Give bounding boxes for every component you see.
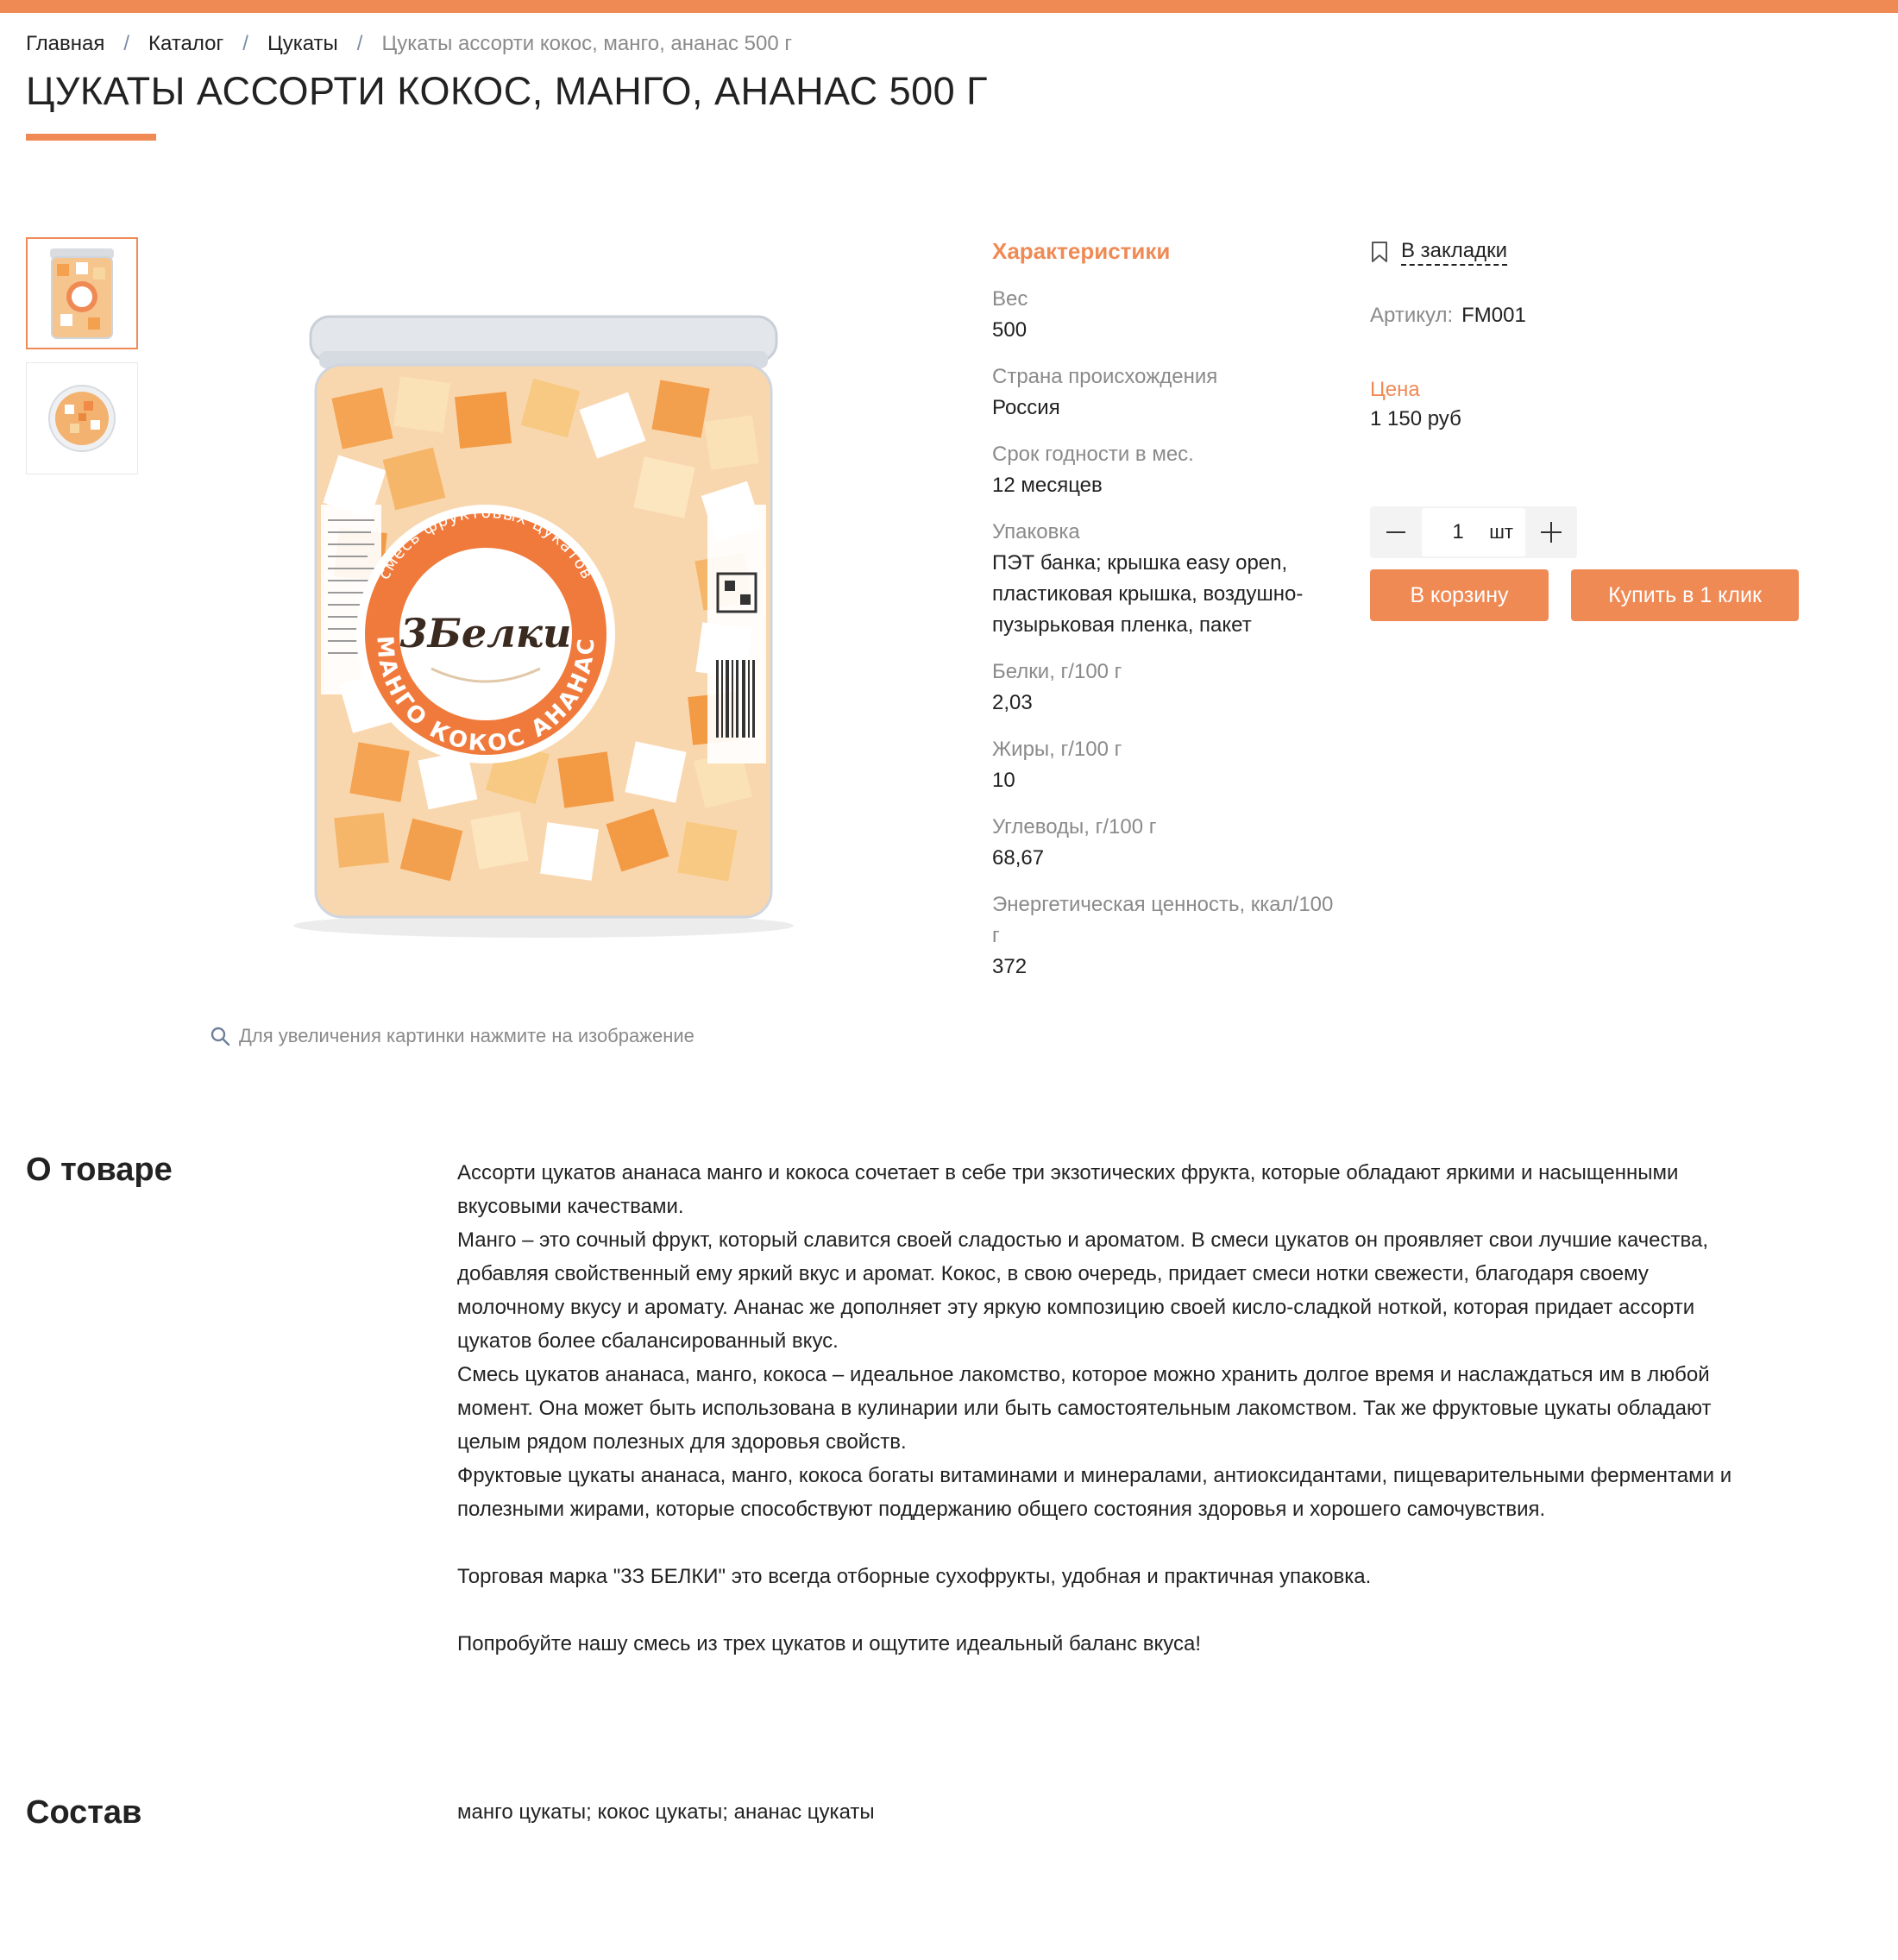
about-paragraph: Попробуйте нашу смесь из трех цукатов и … (457, 1632, 1202, 1655)
spec-label: Углеводы, г/100 г (992, 815, 1157, 839)
purchase-panel: В закладки Артикул: FM001 Цена 1 150 руб (1370, 238, 1819, 431)
magnifier-icon (211, 1027, 230, 1046)
spec-label: Жиры, г/100 г (992, 738, 1122, 761)
breadcrumb-category[interactable]: Цукаты (267, 32, 338, 56)
spec-value: 2,03 (992, 691, 1033, 714)
jar-top-thumbnail-image (48, 385, 116, 452)
spec-row-carbs: Углеводы, г/100 г 68,67 (992, 812, 1337, 874)
price-value: 1 150 руб (1370, 407, 1461, 430)
decrease-quantity-button[interactable] (1370, 506, 1422, 558)
quantity-stepper: шт (1370, 506, 1577, 558)
spec-value: 500 (992, 318, 1028, 342)
jar-brand-logo: 3Белки (400, 610, 572, 656)
spec-value: 68,67 (992, 846, 1045, 870)
breadcrumb: Главная / Каталог / Цукаты / Цукаты ассо… (26, 31, 792, 57)
bookmark-button[interactable]: В закладки (1370, 238, 1819, 266)
bookmark-icon (1372, 242, 1387, 262)
spec-label: Вес (992, 287, 1028, 311)
about-description: Ассорти цукатов ананаса манго и кокоса с… (457, 1156, 1743, 1661)
jar-illustration: смесь фруктовых цукатов МАНГО КОКОС АНАН… (293, 315, 794, 938)
spec-label: Страна происхождения (992, 365, 1218, 388)
spec-value: Россия (992, 396, 1060, 419)
quantity-field: шт (1422, 508, 1525, 556)
thumbnail-jar-top[interactable] (26, 362, 138, 474)
zoom-hint: Для увеличения картинки нажмите на изобр… (210, 1025, 694, 1047)
breadcrumb-separator: / (242, 32, 248, 55)
breadcrumb-current: Цукаты ассорти кокос, манго, ананас 500 … (381, 32, 793, 55)
about-paragraph: Смесь цукатов ананаса, манго, кокоса – и… (457, 1363, 1712, 1454)
title-underline (26, 134, 156, 141)
spec-value: 10 (992, 769, 1015, 792)
zoom-hint-text: Для увеличения картинки нажмите на изобр… (239, 1025, 694, 1046)
sku: Артикул: FM001 (1370, 304, 1819, 328)
spec-row-fats: Жиры, г/100 г 10 (992, 734, 1337, 796)
price-label: Цена (1370, 378, 1420, 401)
about-paragraph: Торговая марка "3З БЕЛКИ" это всегда отб… (457, 1565, 1372, 1588)
quantity-input[interactable] (1441, 520, 1475, 544)
bookmark-label: В закладки (1401, 238, 1508, 266)
breadcrumb-catalog[interactable]: Каталог (148, 32, 223, 56)
plus-icon (1541, 522, 1562, 543)
spec-label: Энергетическая ценность, ккал/100 г (992, 893, 1334, 947)
buy-one-click-button[interactable]: Купить в 1 клик (1571, 569, 1799, 621)
quantity-unit: шт (1489, 521, 1513, 543)
about-paragraph: Ассорти цукатов ананаса манго и кокоса с… (457, 1161, 1679, 1218)
spec-label: Срок годности в мес. (992, 443, 1194, 466)
about-paragraph: Фруктовые цукаты ананаса, манго, кокоса … (457, 1464, 1732, 1521)
spec-label: Упаковка (992, 520, 1080, 543)
main-product-image[interactable]: смесь фруктовых цукатов МАНГО КОКОС АНАН… (276, 298, 811, 945)
composition-title: Состав (26, 1794, 142, 1831)
spec-row-country: Страна происхождения Россия (992, 361, 1337, 424)
jar-thumbnail-image (50, 248, 114, 339)
thumbnail-jar-front[interactable] (26, 237, 138, 349)
spec-row-shelf-life: Срок годности в мес. 12 месяцев (992, 439, 1337, 501)
spec-row-packaging: Упаковка ПЭТ банка; крышка easy open, пл… (992, 517, 1337, 641)
breadcrumb-separator: / (356, 32, 363, 55)
add-to-cart-button[interactable]: В корзину (1370, 569, 1549, 621)
breadcrumb-separator: / (123, 32, 130, 55)
specifications-title: Характеристики (992, 238, 1171, 264)
sku-label: Артикул: (1370, 304, 1454, 327)
about-title: О товаре (26, 1152, 173, 1188)
sku-value: FM001 (1461, 304, 1526, 327)
page-title: ЦУКАТЫ АССОРТИ КОКОС, МАНГО, АНАНАС 500 … (26, 69, 989, 113)
spec-value: 12 месяцев (992, 474, 1103, 497)
spec-row-weight: Вес 500 (992, 284, 1337, 346)
composition-text: манго цукаты; кокос цукаты; ананас цукат… (457, 1800, 875, 1824)
about-paragraph: Манго – это сочный фрукт, который славит… (457, 1228, 1709, 1353)
spec-label: Белки, г/100 г (992, 660, 1122, 683)
spec-row-energy: Энергетическая ценность, ккал/100 г 372 (992, 889, 1337, 983)
spec-row-proteins: Белки, г/100 г 2,03 (992, 656, 1337, 719)
breadcrumb-home[interactable]: Главная (26, 32, 104, 56)
increase-quantity-button[interactable] (1525, 506, 1577, 558)
minus-icon (1386, 531, 1405, 533)
spec-value: 372 (992, 955, 1028, 978)
specifications: Характеристики Вес 500 Страна происхожде… (992, 238, 1337, 998)
spec-value: ПЭТ банка; крышка easy open, пластиковая… (992, 551, 1304, 637)
top-accent-bar (0, 0, 1898, 13)
